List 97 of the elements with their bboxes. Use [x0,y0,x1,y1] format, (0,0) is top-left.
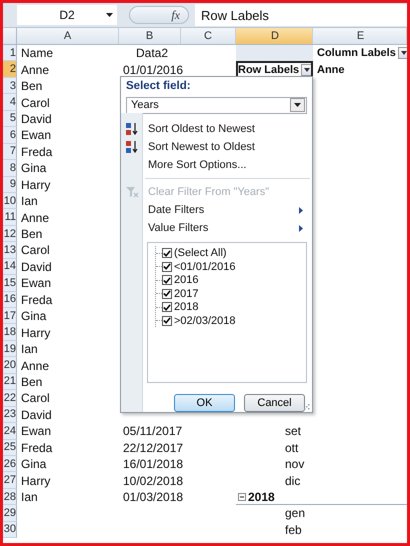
table-cell: Data2 [136,46,168,60]
menu-title: Select field: [125,79,192,94]
row-header[interactable]: 21 [3,374,17,390]
checkbox-label: 2017 [174,288,198,300]
table-cell: 10/02/2018 [123,474,184,488]
table-cell: Ben [21,227,42,242]
checkbox-label: <01/01/2016 [174,260,236,273]
column-header[interactable]: D [236,28,313,44]
table-cell: Harry [21,178,50,192]
menu-item[interactable]: Value Filters [121,219,312,238]
row-header[interactable]: 13 [3,242,17,259]
pivot-row-label: dic [284,474,300,488]
row-header[interactable]: 29 [3,505,17,522]
pivot-group-label: 2018 [248,490,275,504]
row-header[interactable]: 28 [3,488,17,506]
row-header[interactable]: 2 [3,61,17,78]
table-cell: David [21,408,52,422]
table-cell: Harry [21,326,50,340]
cancel-button[interactable]: Cancel [244,394,305,412]
pivot-column-label: Anne [317,64,344,76]
pivot-row-label: ott [284,440,298,455]
field-dropdown[interactable]: Years [126,96,307,114]
checkbox-label: (Select All) [174,247,227,260]
row-header[interactable]: 15 [3,275,17,292]
name-box[interactable]: D2 [17,5,117,25]
table-cell: Ian [21,342,38,356]
row-header[interactable]: 5 [3,110,17,128]
table-cell: Name [21,46,54,60]
table-cell: David [21,112,52,126]
column-header[interactable]: E [313,28,407,44]
row-header[interactable]: 27 [3,472,17,489]
pivot-row-label: nov [284,457,304,472]
table-cell: 05/11/2017 [123,424,182,438]
table-cell: Ian [21,490,38,504]
ok-button[interactable]: OK [174,394,235,412]
menu-item[interactable]: Date Filters [121,201,312,220]
row-header[interactable]: 12 [3,226,17,242]
table-cell: Anne [21,210,50,225]
function-button[interactable]: fx [129,6,189,24]
menu-item[interactable]: Sort Newest to Oldest [121,138,312,156]
table-cell: Freda [21,292,52,307]
column-header[interactable]: A [17,28,119,44]
row-header[interactable]: 19 [3,340,17,358]
table-cell: Carol [21,391,50,406]
menu-item[interactable]: More Sort Options... [121,156,312,174]
table-cell: Carol [21,96,50,110]
table-cell: 22/12/2017 [123,440,184,455]
row-header[interactable]: 23 [3,406,17,424]
pivot-row-label: feb [284,522,302,537]
checkbox-label: >02/03/2018 [174,314,236,327]
row-header[interactable]: 10 [3,192,17,210]
table-cell: Ewan [21,128,52,142]
table-cell: 01/03/2018 [123,490,184,504]
menu-item[interactable]: Sort Oldest to Newest [121,120,312,138]
table-cell: Freda [21,440,52,455]
table-cell: Harry [21,474,50,488]
row-header[interactable]: 4 [3,94,17,111]
table-cell: David [21,260,52,274]
pivot-row-label: gen [284,506,306,520]
table-cell: Anne [21,358,50,373]
row-header[interactable]: 9 [3,176,17,193]
row-header[interactable]: 16 [3,292,17,308]
pivot-row-label: set [284,424,302,438]
table-cell: 16/01/2018 [123,457,184,472]
pivot-header: Row Labels [238,64,300,76]
row-header[interactable]: 3 [3,78,17,94]
checkbox-label: 2018 [174,301,198,314]
table-cell: Carol [21,243,50,258]
row-header[interactable]: 20 [3,357,17,374]
row-header[interactable]: 7 [3,144,17,160]
table-cell: Freda [21,144,52,159]
pivot-header: Column Labels [317,47,396,60]
table-cell: Gina [21,457,46,472]
row-header[interactable]: 24 [3,423,17,440]
table-cell: Gina [21,161,46,176]
table-cell: Anne [21,62,50,77]
row-header[interactable]: 25 [3,440,17,456]
table-cell: Ben [21,79,42,94]
row-header[interactable]: 26 [3,456,17,472]
row-header[interactable]: 30 [3,522,17,538]
table-cell: Ewan [21,424,52,438]
row-header[interactable]: 22 [3,390,17,407]
formula-field[interactable]: Row Labels [195,4,407,26]
column-header[interactable]: B [119,28,181,44]
row-header[interactable]: 11 [3,209,17,226]
row-header[interactable]: 18 [3,324,17,341]
row-header[interactable]: 1 [3,45,17,62]
row-header[interactable]: 8 [3,160,17,176]
table-cell: 01/01/2016 [123,62,184,77]
row-header[interactable]: 6 [3,127,17,144]
row-header[interactable]: 14 [3,258,17,276]
table-cell: Ben [21,374,42,389]
table-cell: Ian [21,194,38,208]
table-cell: Ewan [21,276,52,290]
row-header[interactable]: 17 [3,308,17,324]
checkbox-label: 2016 [174,274,198,286]
table-cell: Gina [21,309,46,324]
